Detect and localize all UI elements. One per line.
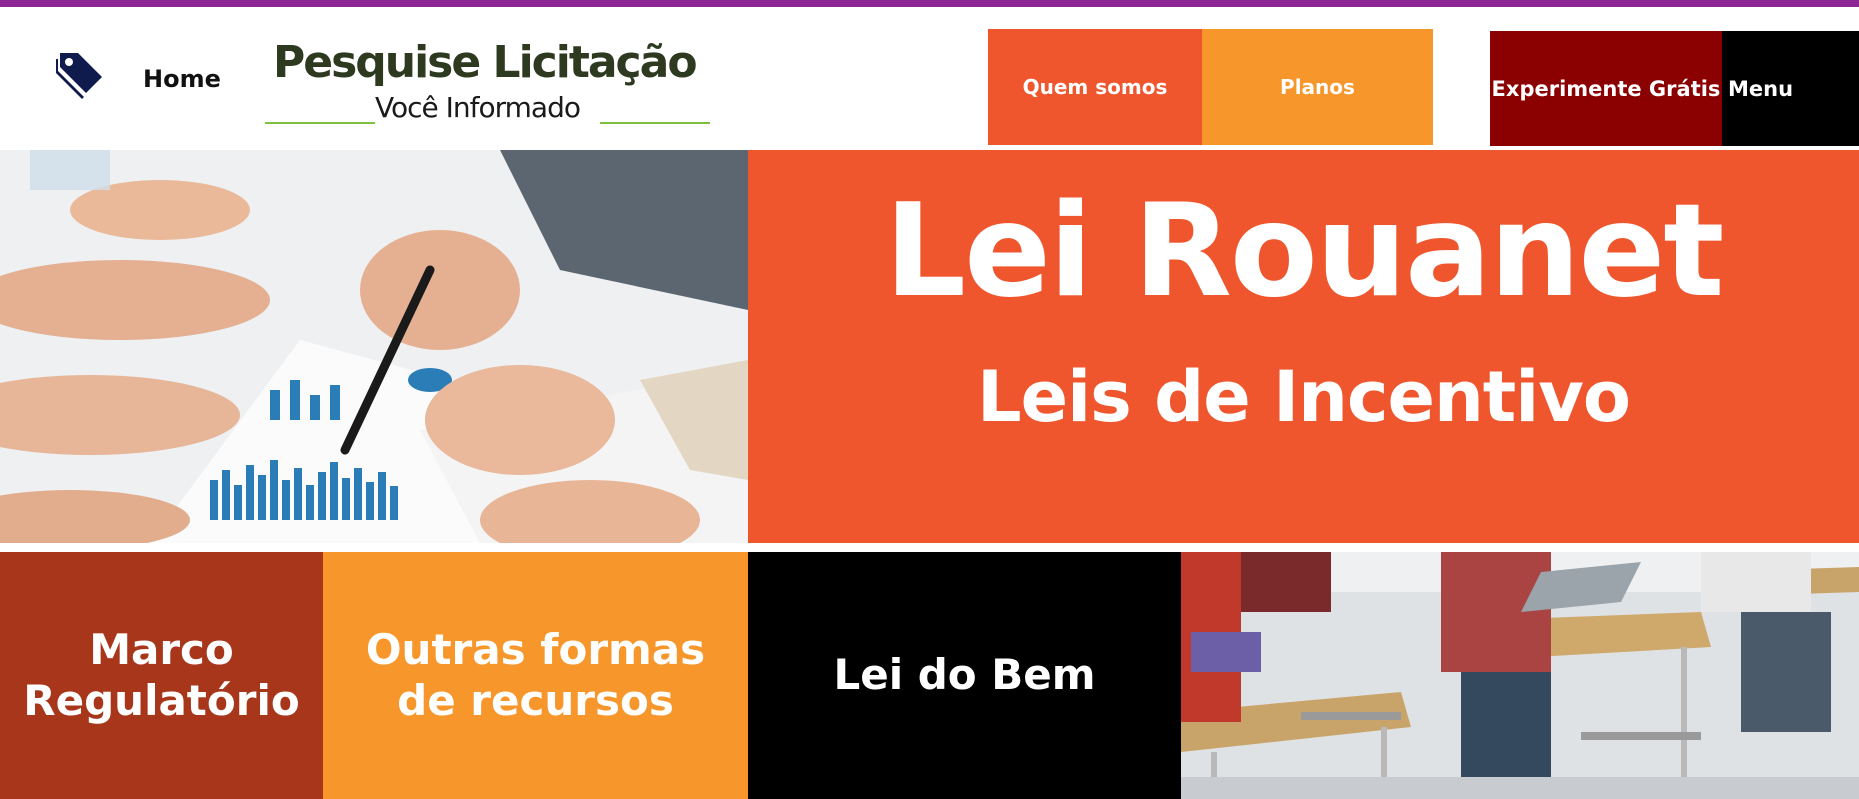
experimente-gratis-button[interactable]: Experimente Grátis — [1490, 31, 1722, 146]
hero-subtitle: Leis de Incentivo — [977, 356, 1631, 438]
nav-planos-button[interactable]: Planos — [1202, 29, 1433, 145]
hero-banner: Lei Rouanet Leis de Incentivo — [748, 150, 1859, 543]
hero-business-photo — [0, 150, 748, 543]
logo-underline-right — [600, 122, 710, 124]
logo-subtitle: Você Informado — [375, 91, 581, 124]
tile-outras-formas[interactable]: Outras formas de recursos — [323, 552, 748, 799]
tile-marco-regulatorio[interactable]: Marco Regulatório — [0, 552, 323, 799]
classroom-photo — [1181, 552, 1859, 799]
hero-title: Lei Rouanet — [884, 177, 1725, 326]
tile-outras-line1: Outras formas — [365, 625, 706, 675]
site-header: Home Pesquise Licitação Você Informado Q… — [0, 7, 1859, 150]
tile-outras-text: Outras formas de recursos — [366, 625, 705, 726]
home-link[interactable]: Home — [143, 65, 221, 93]
tile-outras-line2: de recursos — [397, 675, 674, 725]
nav-quem-somos-button[interactable]: Quem somos — [988, 29, 1202, 145]
menu-button[interactable]: Menu — [1722, 31, 1859, 146]
logo-title: Pesquise Licitação — [273, 37, 698, 88]
tag-icon[interactable] — [52, 47, 108, 103]
tile-marco-line1: Marco — [89, 625, 234, 675]
top-accent-line — [0, 0, 1859, 7]
tile-marco-text: Marco Regulatório — [23, 625, 299, 726]
tile-lei-do-bem-label: Lei do Bem — [833, 650, 1096, 700]
logo-underline-left — [265, 122, 375, 124]
tile-marco-line2: Regulatório — [23, 675, 300, 725]
site-logo[interactable]: Pesquise Licitação Você Informado — [265, 37, 715, 133]
tile-lei-do-bem[interactable]: Lei do Bem — [748, 552, 1181, 799]
